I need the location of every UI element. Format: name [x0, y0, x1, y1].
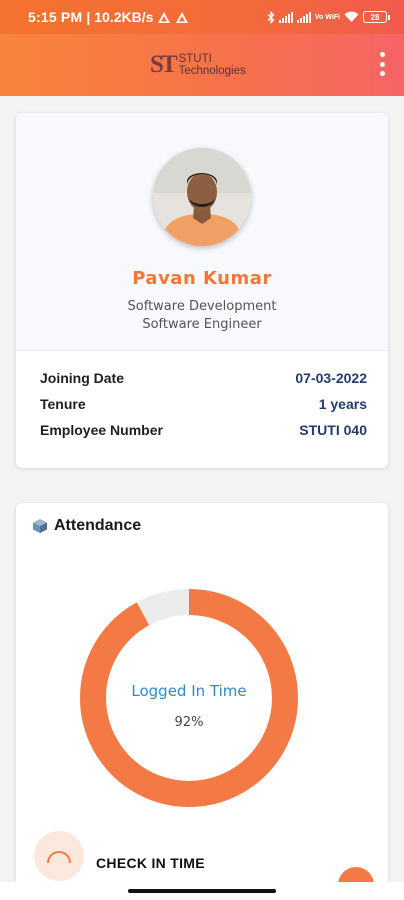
- avatar[interactable]: [153, 148, 251, 246]
- home-indicator[interactable]: [128, 889, 276, 893]
- notification-icon: [158, 11, 171, 23]
- tenure-label: Tenure: [40, 396, 86, 412]
- joining-date-value: 07-03-2022: [295, 370, 367, 386]
- network-speed: 10.2KB/s: [94, 9, 154, 25]
- logo-line2: Technologies: [178, 65, 246, 77]
- bluetooth-icon: [267, 10, 275, 24]
- vowifi-label: Vo WiFi: [314, 13, 340, 21]
- logo-mark: ST: [150, 51, 178, 78]
- more-vert-icon[interactable]: [378, 52, 386, 76]
- attendance-title: Attendance: [54, 517, 142, 534]
- wifi-icon: [344, 11, 359, 22]
- donut-percent: 92%: [174, 715, 204, 730]
- profile-header: Pavan Kumar Software Development Softwar…: [16, 113, 388, 351]
- attendance-card: Attendance Logged In Time 92% CHECK IN T…: [16, 503, 388, 900]
- company-logo: ST STUTI Technologies: [150, 52, 246, 78]
- check-in-time-label: CHECK IN TIME: [96, 855, 205, 871]
- tenure-row: Tenure 1 years: [40, 396, 367, 412]
- joining-date-row: Joining Date 07-03-2022: [40, 370, 367, 386]
- status-time: 5:15 PM: [28, 9, 83, 25]
- status-separator: |: [86, 9, 91, 25]
- notification-icon: [176, 11, 189, 23]
- battery-level: 28: [363, 11, 387, 23]
- signal-icon: [278, 11, 293, 23]
- status-left: 5:15 PM | 10.2KB/s: [28, 9, 189, 25]
- app-bar: ST STUTI Technologies: [0, 34, 404, 96]
- donut-label: Logged In Time: [131, 682, 247, 700]
- attendance-header: Attendance: [32, 517, 141, 535]
- employee-number-value: STUTI 040: [299, 422, 367, 438]
- battery-icon: 28: [363, 11, 390, 23]
- employee-department: Software Development: [127, 299, 277, 314]
- clock-icon: [34, 831, 84, 881]
- status-right: Vo WiFi 28: [267, 10, 390, 24]
- profile-card: Pavan Kumar Software Development Softwar…: [16, 113, 388, 468]
- employee-designation: Software Engineer: [142, 317, 262, 332]
- employee-name: Pavan Kumar: [132, 268, 272, 289]
- employee-number-row: Employee Number STUTI 040: [40, 422, 367, 438]
- logo-line1: STUTI: [178, 53, 212, 65]
- signal-icon: [296, 11, 311, 23]
- status-bar: 5:15 PM | 10.2KB/s Vo WiFi 28: [0, 0, 404, 34]
- joining-date-label: Joining Date: [40, 370, 125, 386]
- logo-text: STUTI Technologies: [179, 53, 246, 77]
- tenure-value: 1 years: [318, 396, 367, 412]
- cube-icon: [33, 519, 47, 533]
- employee-number-label: Employee Number: [40, 422, 163, 438]
